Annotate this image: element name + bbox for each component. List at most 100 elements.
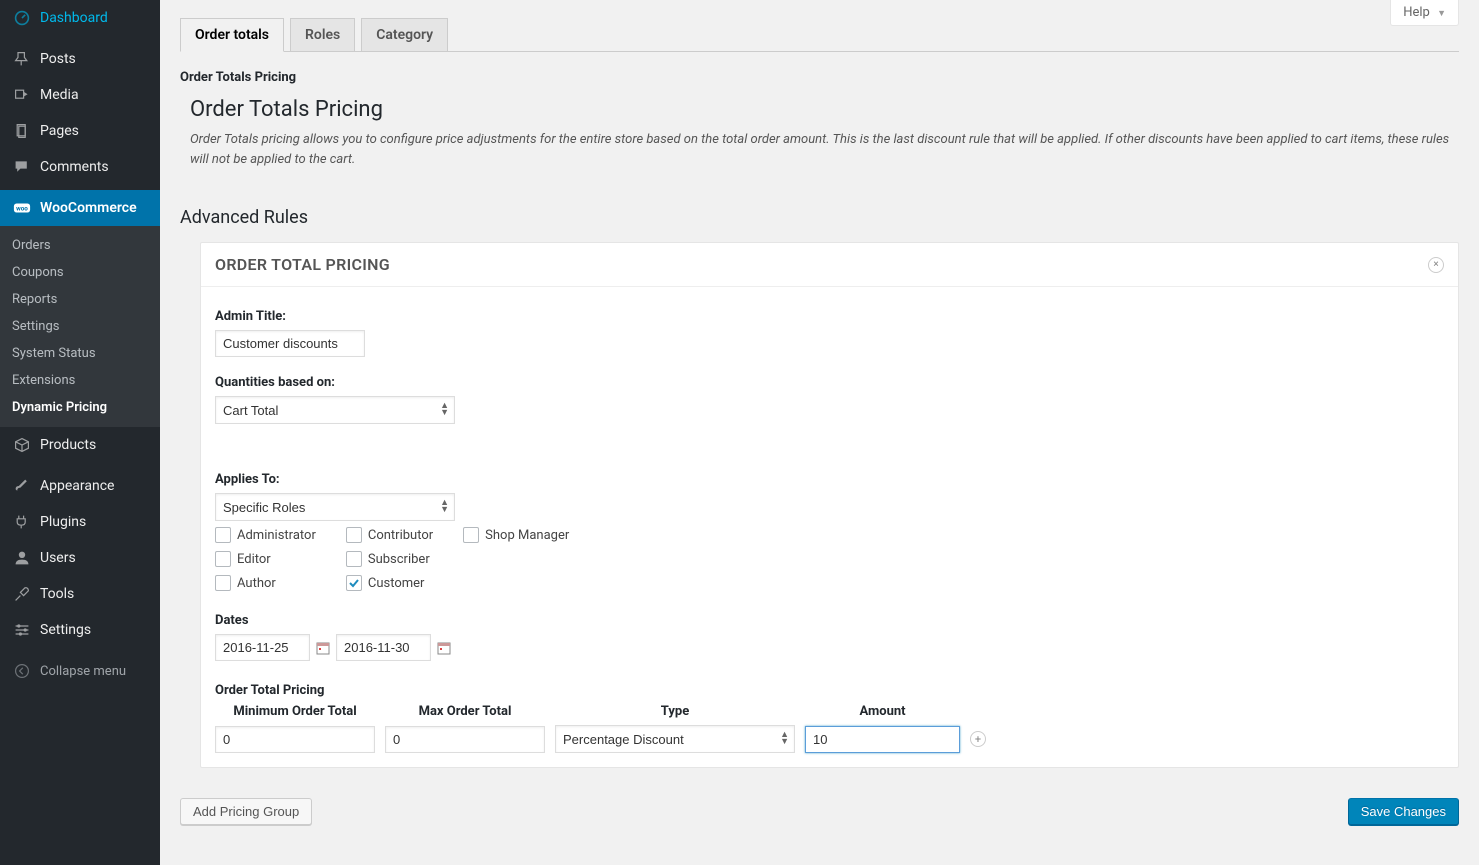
woocommerce-submenu: Orders Coupons Reports Settings System S… — [0, 226, 160, 427]
sidebar-item-products[interactable]: Products — [0, 427, 160, 463]
sidebar-item-pages[interactable]: Pages — [0, 113, 160, 149]
user-icon — [12, 548, 32, 568]
sidebar-item-comments[interactable]: Comments — [0, 149, 160, 185]
submenu-item-extensions[interactable]: Extensions — [0, 367, 160, 394]
role-label: Author — [237, 576, 276, 591]
role-label: Editor — [237, 552, 271, 567]
sidebar-item-label: Appearance — [40, 478, 114, 494]
tabs: Order totals Roles Category — [180, 18, 1459, 52]
sidebar-item-label: Media — [40, 87, 79, 103]
date-to-input[interactable] — [336, 634, 431, 661]
col-min-header: Minimum Order Total — [215, 704, 375, 719]
discount-type-select[interactable]: Percentage Discount — [555, 725, 795, 753]
sidebar-item-appearance[interactable]: Appearance — [0, 468, 160, 504]
sliders-icon — [12, 620, 32, 640]
add-row-button[interactable]: + — [970, 731, 986, 747]
sidebar-item-tools[interactable]: Tools — [0, 576, 160, 612]
checkbox-editor[interactable] — [215, 551, 231, 567]
calendar-icon[interactable] — [316, 641, 330, 655]
collapse-icon — [12, 661, 32, 681]
submenu-item-settings[interactable]: Settings — [0, 313, 160, 340]
sidebar-item-media[interactable]: Media — [0, 77, 160, 113]
role-label: Administrator — [237, 528, 316, 543]
sidebar-item-label: Comments — [40, 159, 109, 175]
comment-icon — [12, 157, 32, 177]
dashboard-icon — [12, 8, 32, 28]
pin-icon — [12, 49, 32, 69]
quantities-label: Quantities based on: — [215, 375, 1444, 390]
woocommerce-icon: woo — [12, 198, 32, 218]
amount-input[interactable] — [805, 726, 960, 753]
plug-icon — [12, 512, 32, 532]
chevron-down-icon: ▼ — [1437, 9, 1446, 19]
sidebar-item-label: Posts — [40, 51, 76, 67]
submenu-item-reports[interactable]: Reports — [0, 286, 160, 313]
pricing-panel: ORDER TOTAL PRICING × Admin Title: Quant… — [200, 242, 1459, 768]
sidebar-item-label: Tools — [40, 586, 74, 602]
sidebar-item-settings[interactable]: Settings — [0, 612, 160, 648]
quantities-select[interactable]: Cart Total — [215, 396, 455, 424]
checkbox-customer[interactable] — [346, 575, 362, 591]
media-icon — [12, 85, 32, 105]
panel-title: ORDER TOTAL PRICING — [215, 255, 390, 274]
admin-sidebar: Dashboard Posts Media Pages Comments woo… — [0, 0, 160, 865]
role-label: Shop Manager — [485, 528, 569, 543]
sidebar-item-label: WooCommerce — [40, 200, 137, 216]
page-icon — [12, 121, 32, 141]
sidebar-item-label: Pages — [40, 123, 79, 139]
panel-header: ORDER TOTAL PRICING × — [201, 243, 1458, 287]
submenu-item-orders[interactable]: Orders — [0, 232, 160, 259]
section-label: Order Totals Pricing — [180, 70, 1459, 85]
sidebar-item-plugins[interactable]: Plugins — [0, 504, 160, 540]
role-label: Customer — [368, 576, 425, 591]
svg-text:woo: woo — [16, 205, 28, 213]
add-pricing-group-button[interactable]: Add Pricing Group — [180, 798, 312, 825]
submenu-item-dynamic-pricing[interactable]: Dynamic Pricing — [0, 394, 160, 421]
sidebar-item-woocommerce[interactable]: woo WooCommerce — [0, 190, 160, 226]
products-icon — [12, 435, 32, 455]
sidebar-item-users[interactable]: Users — [0, 540, 160, 576]
checkbox-contributor[interactable] — [346, 527, 362, 543]
admin-title-label: Admin Title: — [215, 309, 1444, 324]
dates-label: Dates — [215, 613, 1444, 628]
sidebar-item-label: Products — [40, 437, 96, 453]
sidebar-item-dashboard[interactable]: Dashboard — [0, 0, 160, 36]
checkbox-administrator[interactable] — [215, 527, 231, 543]
admin-title-input[interactable] — [215, 330, 365, 357]
calendar-icon[interactable] — [437, 641, 451, 655]
checkbox-author[interactable] — [215, 575, 231, 591]
main-content: Help ▼ Order totals Roles Category Order… — [160, 0, 1479, 865]
page-description: Order Totals pricing allows you to confi… — [190, 130, 1459, 169]
brush-icon — [12, 476, 32, 496]
order-total-pricing-label: Order Total Pricing — [215, 683, 1444, 698]
collapse-menu-button[interactable]: Collapse menu — [0, 653, 160, 689]
collapse-label: Collapse menu — [40, 664, 126, 679]
sidebar-item-posts[interactable]: Posts — [0, 41, 160, 77]
tab-order-totals[interactable]: Order totals — [180, 18, 284, 52]
applies-to-label: Applies To: — [215, 472, 1444, 487]
help-tab-button[interactable]: Help ▼ — [1390, 0, 1459, 26]
advanced-rules-heading: Advanced Rules — [180, 207, 1459, 228]
checkbox-shop-manager[interactable] — [463, 527, 479, 543]
save-changes-button[interactable]: Save Changes — [1348, 798, 1459, 825]
sidebar-item-label: Settings — [40, 622, 91, 638]
date-from-input[interactable] — [215, 634, 310, 661]
role-label: Subscriber — [368, 552, 430, 567]
pricing-table: Minimum Order Total Max Order Total Type… — [215, 704, 1444, 753]
help-label: Help — [1403, 5, 1430, 20]
sidebar-item-label: Plugins — [40, 514, 86, 530]
close-panel-button[interactable]: × — [1428, 257, 1444, 273]
role-label: Contributor — [368, 528, 433, 543]
page-title: Order Totals Pricing — [190, 97, 1459, 122]
submenu-item-coupons[interactable]: Coupons — [0, 259, 160, 286]
wrench-icon — [12, 584, 32, 604]
min-order-input[interactable] — [215, 726, 375, 753]
sidebar-item-label: Dashboard — [40, 10, 108, 26]
applies-to-select[interactable]: Specific Roles — [215, 493, 455, 521]
max-order-input[interactable] — [385, 726, 545, 753]
tab-category[interactable]: Category — [361, 18, 448, 51]
submenu-item-system-status[interactable]: System Status — [0, 340, 160, 367]
col-type-header: Type — [555, 704, 795, 719]
tab-roles[interactable]: Roles — [290, 18, 355, 51]
checkbox-subscriber[interactable] — [346, 551, 362, 567]
